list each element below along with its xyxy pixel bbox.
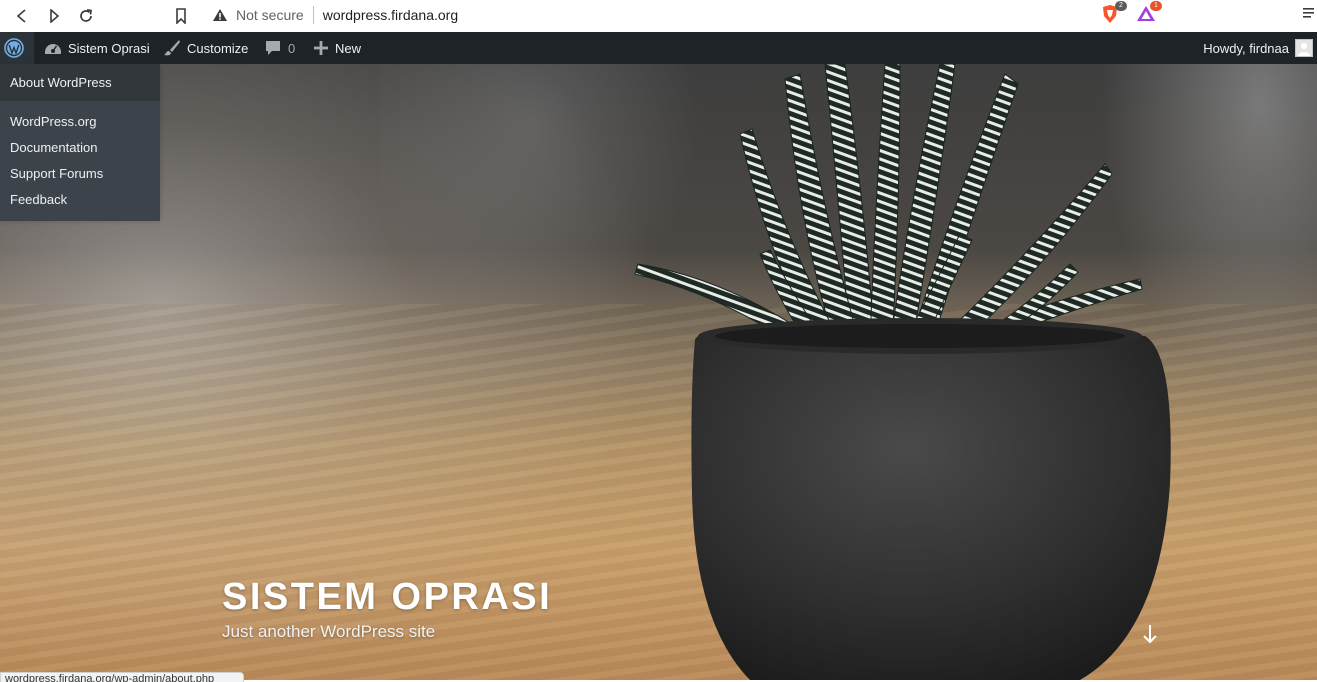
wordpress-logo-icon: [4, 38, 24, 58]
security-label: Not secure: [236, 6, 304, 23]
wordpress-logo-submenu: About WordPress WordPress.org Documentat…: [0, 64, 160, 221]
plant-pot-image: [634, 64, 1171, 680]
dashboard-icon: [45, 44, 61, 54]
feedback-link[interactable]: Feedback: [0, 187, 160, 213]
new-label: New: [335, 40, 362, 56]
customize-label: Customize: [187, 40, 249, 56]
arrow-down-icon[interactable]: [1140, 622, 1160, 646]
hero-header: SISTEM OPRASI Just another WordPress sit…: [0, 64, 1317, 680]
back-icon[interactable]: [10, 4, 34, 28]
shield-badge: 2: [1115, 1, 1127, 11]
site-title[interactable]: SISTEM OPRASI: [222, 576, 552, 619]
wordpress-external-links: WordPress.org Documentation Support Foru…: [0, 101, 160, 221]
account-menu[interactable]: Howdy, firdnaa: [1203, 32, 1313, 64]
reload-icon[interactable]: [74, 4, 98, 28]
menu-icon[interactable]: [1303, 6, 1317, 25]
security-indicator[interactable]: Not secure: [212, 7, 304, 23]
bookmark-icon[interactable]: [169, 4, 193, 28]
comments-count: 0: [288, 40, 296, 56]
link-status-bar: wordpress.firdana.org/wp-admin/about.php: [0, 672, 244, 682]
warning-icon: [213, 8, 227, 21]
comment-icon: [266, 41, 280, 55]
wordpress-org-link[interactable]: WordPress.org: [0, 109, 160, 135]
about-wordpress-link[interactable]: About WordPress: [0, 64, 160, 101]
customize-button[interactable]: Customize: [163, 32, 248, 64]
address-separator: [312, 5, 314, 24]
comments-button[interactable]: 0: [264, 32, 295, 64]
address-bar[interactable]: Not secure wordpress.firdana.org: [204, 2, 1162, 27]
howdy-label: Howdy, firdnaa: [1203, 40, 1289, 56]
site-tagline: Just another WordPress site: [222, 622, 436, 641]
forward-icon[interactable]: [42, 4, 66, 28]
rewards-badge: 1: [1150, 1, 1162, 11]
brush-icon: [164, 40, 180, 56]
brave-shield-icon[interactable]: 2: [1101, 1, 1127, 24]
browser-toolbar: Not secure wordpress.firdana.org 2 1: [0, 0, 1317, 32]
site-name-menu[interactable]: Sistem Oprasi: [44, 32, 150, 64]
avatar: [1295, 39, 1313, 57]
plus-icon: [314, 41, 328, 55]
wordpress-logo-menu[interactable]: [0, 32, 34, 64]
wp-admin-bar: Sistem Oprasi Customize 0 New Howdy, fir…: [0, 32, 1317, 64]
site-name: Sistem Oprasi: [68, 40, 150, 56]
documentation-link[interactable]: Documentation: [0, 135, 160, 161]
support-forums-link[interactable]: Support Forums: [0, 161, 160, 187]
url-text[interactable]: wordpress.firdana.org: [323, 7, 458, 23]
new-content-button[interactable]: New: [313, 32, 361, 64]
brave-rewards-icon[interactable]: 1: [1136, 1, 1162, 24]
